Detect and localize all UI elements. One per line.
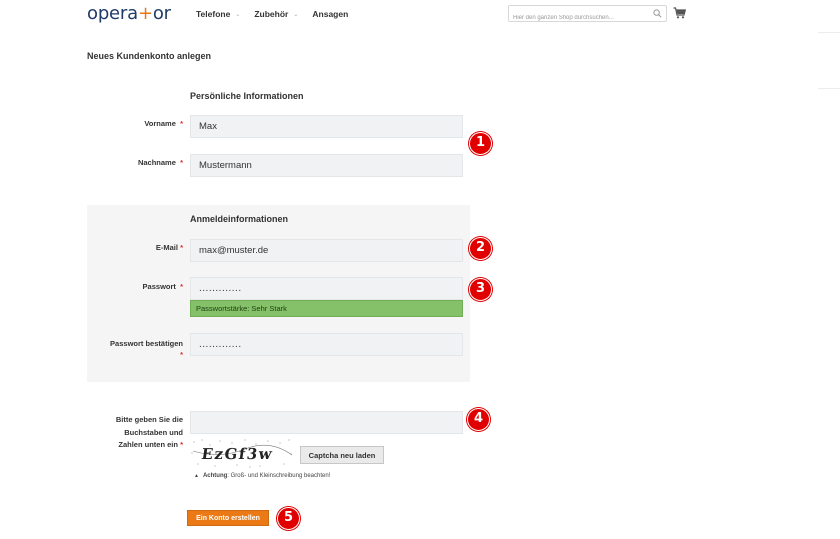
email-input[interactable]	[190, 239, 463, 262]
logo[interactable]: opera+or	[87, 3, 171, 24]
chevron-down-icon: ⌄	[235, 11, 241, 18]
captcha-note: ▲ Achtung: Groß- und Kleinschreibung beac…	[194, 473, 331, 479]
chevron-down-icon: ⌄	[293, 11, 299, 18]
password-input[interactable]: .............	[190, 277, 463, 300]
captcha-text: EzGf3w	[200, 445, 274, 463]
main-nav: Telefone ⌄ Zubehör ⌄ Ansagen	[196, 9, 362, 19]
firstname-input[interactable]	[190, 115, 463, 138]
nav-item-ansagen[interactable]: Ansagen	[312, 9, 348, 19]
nav-item-telefone[interactable]: Telefone ⌄	[196, 9, 240, 19]
step-badge-4: 4	[467, 408, 490, 431]
lastname-input[interactable]	[190, 154, 463, 177]
divider	[818, 32, 840, 33]
password-confirm-input[interactable]: .............	[190, 333, 463, 356]
step-badge-5: 5	[277, 507, 300, 530]
step-badge-3: 3	[469, 278, 492, 301]
search-box	[508, 5, 667, 26]
lastname-label: Nachname *	[137, 158, 183, 167]
email-label: E-Mail *	[155, 243, 183, 252]
divider	[818, 88, 840, 89]
create-account-button[interactable]: Ein Konto erstellen	[187, 510, 269, 526]
section-title-personal: Persönliche Informationen	[190, 91, 304, 101]
captcha-input[interactable]	[190, 411, 463, 434]
search-icon[interactable]	[653, 9, 662, 18]
step-badge-1: 1	[469, 132, 492, 155]
captcha-reload-button[interactable]: Captcha neu laden	[300, 446, 384, 464]
page-title: Neues Kundenkonto anlegen	[87, 51, 212, 61]
search-input[interactable]	[509, 10, 647, 26]
captcha-image: EzGf3w	[191, 439, 293, 468]
password-label: Passwort *	[142, 282, 183, 291]
password-confirm-label: Passwort bestätigen *	[110, 339, 183, 359]
captcha-label: Bitte geben Sie die Buchstaben und Zahle…	[115, 415, 183, 449]
caret-up-icon: ▲	[194, 473, 199, 479]
section-title-login: Anmeldeinformationen	[190, 214, 289, 224]
password-strength-meter: Passwortstärke: Sehr Stark	[190, 300, 463, 317]
cart-icon[interactable]	[673, 7, 686, 19]
step-badge-2: 2	[469, 237, 492, 260]
firstname-label: Vorname *	[144, 119, 183, 128]
nav-item-zubehoer[interactable]: Zubehör ⌄	[254, 9, 298, 19]
